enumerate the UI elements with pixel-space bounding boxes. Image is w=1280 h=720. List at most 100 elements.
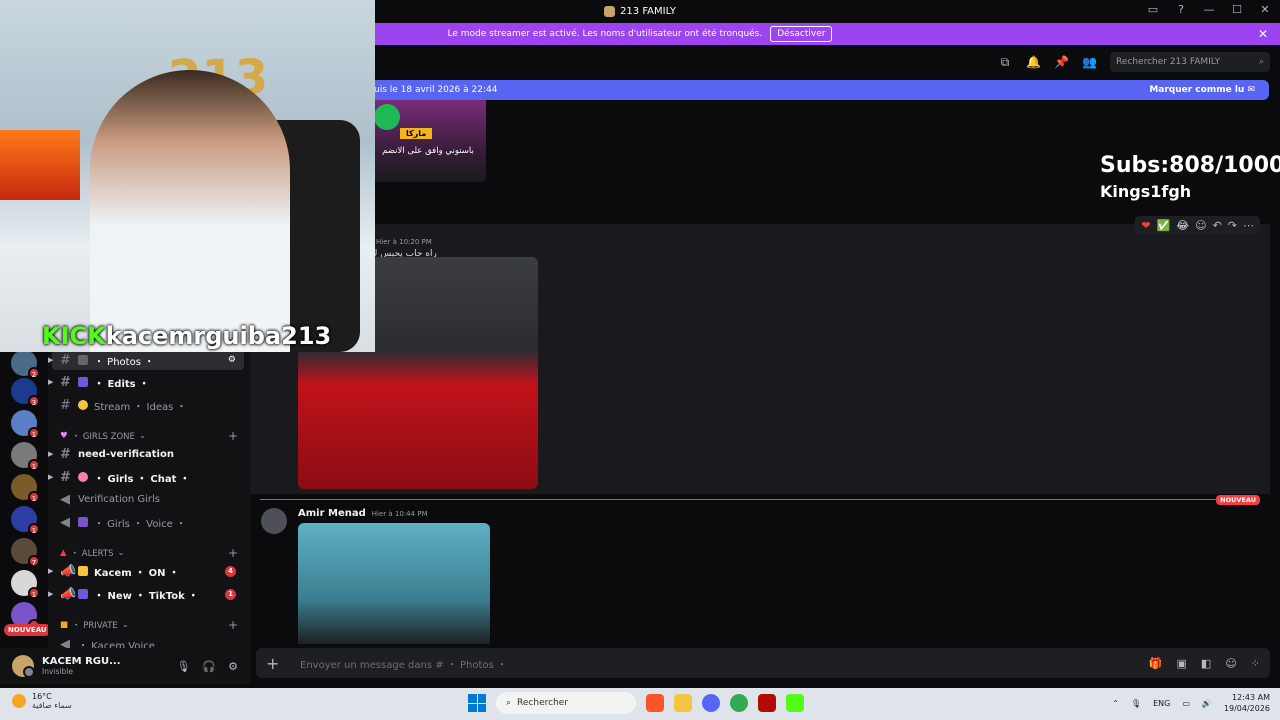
- pin-icon[interactable]: 📌: [1054, 55, 1069, 69]
- weather-widget[interactable]: 16°C سماء صافية: [12, 692, 72, 710]
- voice-girls-voice[interactable]: ◀ ・ Girls ・ Voice ・: [52, 512, 244, 532]
- windows-start-icon[interactable]: [468, 694, 486, 712]
- purple-emoji-icon: [78, 517, 88, 527]
- mark-as-read-button[interactable]: Marquer comme lu ✉: [1149, 85, 1255, 95]
- taskbar-search[interactable]: ⌕ Rechercher: [496, 692, 636, 714]
- close-window-button[interactable]: ✕: [1258, 3, 1272, 16]
- server-icon-7[interactable]: 7: [11, 538, 40, 567]
- banner-text: Le mode streamer est activé. Les noms d'…: [447, 29, 763, 39]
- microphone-icon[interactable]: 🎙: [176, 660, 190, 673]
- emoji-icon[interactable]: ☺: [1225, 657, 1236, 670]
- clapper-emoji-icon: [78, 589, 88, 599]
- search-icon: ⌕: [506, 698, 512, 708]
- members-icon[interactable]: 👥: [1082, 55, 1097, 69]
- gif-icon[interactable]: ▣: [1177, 657, 1187, 670]
- more-options-icon[interactable]: ⋯: [1243, 219, 1254, 232]
- add-channel-icon[interactable]: +: [228, 546, 238, 560]
- acrobat-icon[interactable]: [758, 694, 776, 712]
- category-private[interactable]: ■ ・ Private ⌄ +: [60, 617, 244, 633]
- name-overlay: Kings1fgh: [1100, 182, 1192, 201]
- voice-kacem-voice[interactable]: ◀ ・ Kacem Voice: [52, 634, 244, 649]
- category-alerts[interactable]: ▲ ・ ALERTS ⌄ +: [60, 545, 244, 561]
- channel-settings-icon[interactable]: ⚙: [228, 355, 236, 365]
- add-channel-icon[interactable]: +: [228, 429, 238, 443]
- embed-image[interactable]: ماركا باستوني وافق على الانضم: [370, 100, 486, 182]
- threads-icon[interactable]: ⧉: [998, 55, 1012, 69]
- close-banner-icon[interactable]: ✕: [1258, 27, 1268, 41]
- message-image-stream[interactable]: [298, 523, 490, 644]
- server-icon-3[interactable]: 1: [11, 410, 40, 439]
- new-messages-text: uis le 18 avril 2026 à 22:44: [374, 85, 498, 95]
- subs-overlay: Subs:808/1000: [1100, 153, 1280, 178]
- server-icon-4[interactable]: 1: [11, 442, 40, 471]
- heart-emoji-icon: ♥: [60, 431, 68, 441]
- volume-icon[interactable]: 🔊: [1202, 699, 1212, 708]
- channel-kacem-on[interactable]: ▶ 📣 Kacem ・ ON ・ 4: [48, 561, 244, 581]
- channel-label: Stream ・ Ideas ・: [94, 401, 187, 413]
- discord-icon[interactable]: [702, 694, 720, 712]
- sticker-icon[interactable]: ◧: [1201, 657, 1211, 670]
- bell-icon[interactable]: 🔔: [1026, 55, 1041, 69]
- inbox-icon[interactable]: ▭: [1146, 3, 1160, 16]
- message-actions-bar: ❤ ✅ 😂 ☺ ↶ ↷ ⋯: [1135, 216, 1260, 234]
- message-timestamp: Hier à 10:44 PM: [371, 510, 428, 518]
- channel-stream-ideas[interactable]: # Stream ・ Ideas ・: [52, 395, 244, 415]
- minimize-button[interactable]: —: [1202, 3, 1216, 16]
- channel-label: need-verification: [78, 448, 174, 460]
- disable-streamer-button[interactable]: Désactiver: [770, 26, 833, 42]
- server-icon-8[interactable]: 1: [11, 570, 40, 599]
- folder-icon[interactable]: [674, 694, 692, 712]
- user-info[interactable]: KACEM RGU... Invisible: [42, 656, 121, 676]
- kick-app-icon[interactable]: [786, 694, 804, 712]
- author-name[interactable]: Amir Menad: [298, 508, 366, 519]
- server-icon-6[interactable]: 1: [11, 506, 40, 535]
- channel-girls-chat[interactable]: ▶ # ・ Girls ・ Chat ・: [48, 467, 244, 487]
- message-composer[interactable]: + Envoyer un message dans # ・ Photos ・ 🎁…: [256, 648, 1270, 678]
- new-messages-bar[interactable]: uis le 18 avril 2026 à 22:44 Marquer com…: [370, 80, 1269, 100]
- channel-new-tiktok[interactable]: ▶ 📣 ・ New ・ TikTok ・ 1: [48, 584, 244, 604]
- channel-edits[interactable]: ▶ # ・ Edits ・: [48, 372, 244, 392]
- add-channel-icon[interactable]: +: [228, 618, 238, 632]
- help-icon[interactable]: ?: [1174, 3, 1188, 16]
- laugh-reaction-icon[interactable]: 😂: [1176, 219, 1189, 232]
- new-server-pill[interactable]: NOUVEAU: [4, 624, 51, 636]
- chevron-up-icon[interactable]: ⌃: [1112, 699, 1119, 708]
- author-avatar[interactable]: [261, 508, 287, 534]
- photo-emoji-icon: [78, 355, 88, 365]
- gear-icon[interactable]: ⚙: [228, 660, 238, 673]
- language-indicator[interactable]: ENG: [1153, 699, 1170, 708]
- server-badge: 1: [28, 459, 40, 471]
- clock[interactable]: 12:43 AM 19/04/2026: [1224, 692, 1270, 714]
- hash-icon: #: [60, 469, 71, 485]
- check-reaction-icon[interactable]: ✅: [1157, 219, 1171, 232]
- server-icon-5[interactable]: 1: [11, 474, 40, 503]
- channel-photos[interactable]: ▶ # ・ Photos ・ ⚙: [48, 350, 244, 370]
- weather-condition: سماء صافية: [32, 701, 72, 710]
- network-icon[interactable]: ▭: [1182, 699, 1190, 708]
- brave-icon[interactable]: [646, 694, 664, 712]
- headphones-icon[interactable]: 🎧: [202, 660, 216, 673]
- heart-reaction-icon[interactable]: ❤: [1141, 219, 1150, 232]
- weather-sun-icon: [12, 694, 26, 708]
- add-reaction-icon[interactable]: ☺: [1195, 219, 1206, 232]
- apps-icon[interactable]: ⁘: [1251, 657, 1260, 670]
- server-icon-ea[interactable]: 3: [11, 378, 40, 407]
- category-girls-zone[interactable]: ♥ ・ GIRLS ZONE ⌄ +: [60, 428, 244, 444]
- time: 12:43 AM: [1232, 693, 1270, 702]
- microphone-tray-icon[interactable]: 🎙: [1131, 699, 1141, 708]
- speaker-icon: ◀: [60, 514, 70, 530]
- server-icon-1[interactable]: 2: [11, 350, 40, 379]
- reply-icon[interactable]: ↶: [1213, 219, 1222, 232]
- chrome-icon[interactable]: [730, 694, 748, 712]
- search-input[interactable]: Rechercher 213 FAMILY ⌕: [1110, 52, 1270, 72]
- avatar[interactable]: [12, 655, 35, 678]
- forward-icon[interactable]: ↷: [1228, 219, 1237, 232]
- voice-verification-girls[interactable]: ◀ Verification Girls: [52, 489, 244, 509]
- maximize-button[interactable]: ☐: [1230, 3, 1244, 16]
- server-badge: 1: [28, 427, 40, 439]
- unread-indicator: ▶: [48, 378, 54, 386]
- channel-need-verification[interactable]: ▶ # need-verification: [48, 444, 244, 464]
- attach-plus-icon[interactable]: +: [266, 654, 286, 673]
- server-badge: 1: [28, 587, 40, 599]
- gift-icon[interactable]: 🎁: [1149, 657, 1163, 670]
